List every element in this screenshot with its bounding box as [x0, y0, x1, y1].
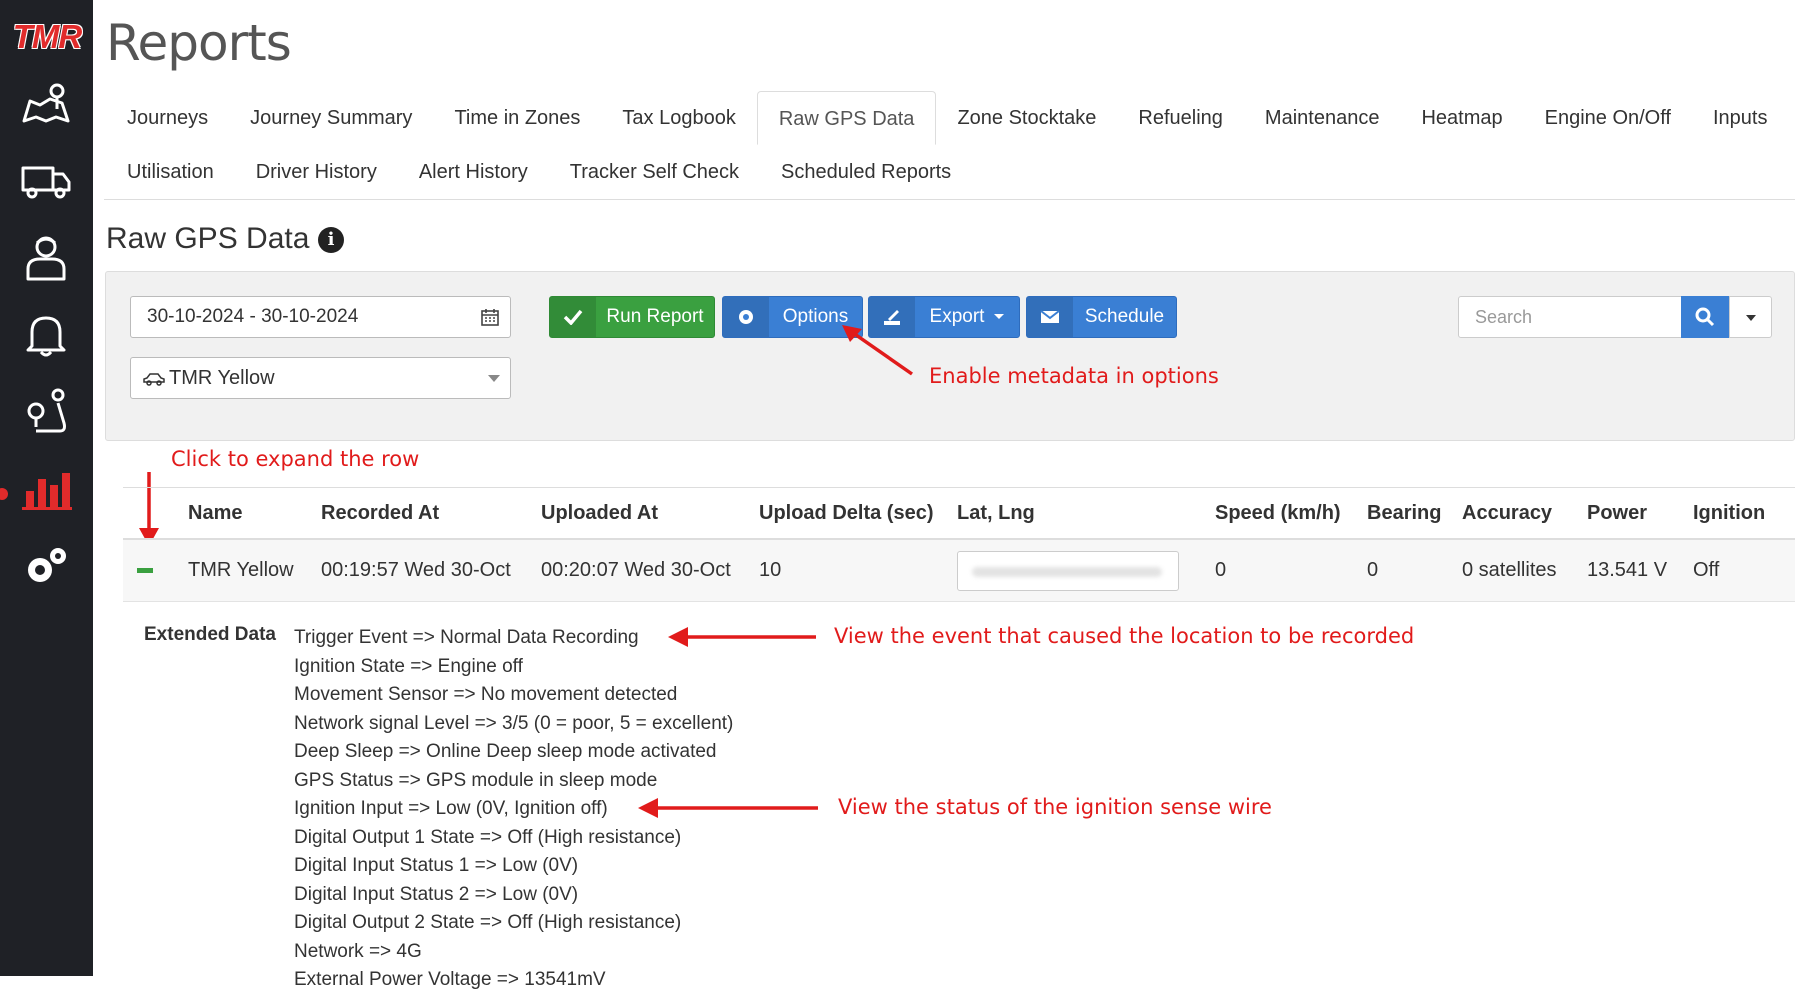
tab-utilisation[interactable]: Utilisation [106, 145, 235, 199]
cell-recorded-at: 00:19:57 Wed 30-Oct [321, 559, 511, 581]
column-header[interactable]: Bearing [1367, 488, 1441, 538]
tab-maintenance[interactable]: Maintenance [1244, 91, 1401, 145]
caret-down-icon [994, 314, 1005, 320]
collapse-row-icon[interactable] [137, 568, 153, 573]
tab-raw-gps-data[interactable]: Raw GPS Data [756, 91, 937, 145]
extended-item: Digital Input Status 1 => Low (0V) [294, 855, 579, 876]
truck-icon[interactable] [16, 152, 76, 208]
cell-upload-delta: 10 [759, 559, 782, 581]
schedule-label: Schedule [1084, 306, 1165, 327]
car-icon [143, 372, 165, 386]
map-route-icon[interactable] [16, 75, 76, 131]
tab-journeys[interactable]: Journeys [106, 91, 229, 145]
cell-speed: 0 [1215, 559, 1227, 581]
calendar-icon [481, 309, 499, 326]
gear-icon [723, 297, 769, 337]
tmr-logo[interactable]: TMR [6, 18, 88, 55]
tabs-row-1: Journeys Journey Summary Time in Zones T… [106, 91, 1788, 145]
tab-engine-on-off[interactable]: Engine On/Off [1524, 91, 1692, 145]
options-annotation-arrow [842, 325, 914, 376]
column-header[interactable]: Ignition [1693, 488, 1765, 538]
blurred-coordinates [972, 567, 1162, 577]
search-icon [1695, 307, 1715, 327]
tab-tracker-self-check[interactable]: Tracker Self Check [549, 145, 760, 199]
event-annotation-arrow [668, 627, 816, 647]
extended-item: Deep Sleep => Online Deep sleep mode act… [294, 741, 717, 762]
tab-tax-logbook[interactable]: Tax Logbook [601, 91, 756, 145]
table-row[interactable]: TMR Yellow 00:19:57 Wed 30-Oct 00:20:07 … [123, 540, 1795, 602]
search-button[interactable] [1681, 296, 1729, 338]
extended-data-label: Extended Data [144, 624, 276, 645]
active-indicator [0, 488, 8, 500]
vehicle-select[interactable]: TMR Yellow [130, 357, 511, 399]
chevron-down-icon [488, 375, 500, 382]
cell-accuracy: 0 satellites [1462, 559, 1557, 581]
tab-journey-summary[interactable]: Journey Summary [229, 91, 433, 145]
column-header[interactable]: Accuracy [1462, 488, 1552, 538]
tab-alert-history[interactable]: Alert History [398, 145, 549, 199]
tab-scheduled-reports[interactable]: Scheduled Reports [760, 145, 972, 199]
tabs-row-2: Utilisation Driver History Alert History… [106, 145, 972, 199]
cell-uploaded-at: 00:20:07 Wed 30-Oct [541, 559, 731, 581]
envelope-icon [1027, 297, 1073, 337]
alert-bell-icon[interactable] [16, 306, 76, 362]
ignition-annotation-arrow [638, 798, 818, 818]
extended-item: Digital Output 2 State => Off (High resi… [294, 912, 682, 933]
tab-heatmap[interactable]: Heatmap [1400, 91, 1523, 145]
export-text: Export [929, 306, 985, 327]
tabs-divider [104, 199, 1795, 200]
column-header[interactable]: Uploaded At [541, 488, 658, 538]
page-title: Reports [106, 14, 292, 72]
date-range-value: 30-10-2024 - 30-10-2024 [147, 306, 359, 327]
logo-text: TMR [12, 18, 82, 55]
tab-refueling[interactable]: Refueling [1117, 91, 1244, 145]
search-placeholder: Search [1475, 307, 1533, 327]
tab-time-in-zones[interactable]: Time in Zones [433, 91, 601, 145]
sidebar: TMR [0, 0, 93, 976]
extended-item: External Power Voltage => 13541mV [294, 969, 606, 990]
cell-bearing: 0 [1367, 559, 1379, 581]
search-input[interactable]: Search [1458, 296, 1682, 338]
tab-driver-history[interactable]: Driver History [235, 145, 398, 199]
extended-item: Digital Input Status 2 => Low (0V) [294, 883, 579, 905]
caret-down-icon [1746, 315, 1756, 321]
run-report-label: Run Report [606, 306, 704, 327]
info-icon[interactable]: i [318, 227, 344, 253]
cell-ignition: Off [1693, 559, 1720, 581]
section-title: Raw GPS Data [106, 222, 310, 255]
extended-item: GPS Status => GPS module in sleep mode [294, 769, 658, 791]
column-header[interactable]: Upload Delta (sec) [759, 488, 933, 538]
settings-gears-icon[interactable] [16, 538, 76, 594]
extended-item: Network signal Level => 3/5 (0 = poor, 5… [294, 712, 734, 734]
extended-item: Movement Sensor => No movement detected [294, 684, 678, 705]
expand-annotation: Click to expand the row [171, 447, 420, 471]
extended-item: Digital Output 1 State => Off (High resi… [294, 826, 682, 848]
tab-zone-stocktake[interactable]: Zone Stocktake [936, 91, 1117, 145]
schedule-button[interactable]: Schedule [1026, 296, 1177, 338]
cell-power: 13.541 V [1587, 559, 1668, 581]
check-icon [550, 297, 596, 337]
lat-lng-field-redacted[interactable] [957, 551, 1179, 591]
tab-inputs[interactable]: Inputs [1692, 91, 1788, 145]
event-annotation: View the event that caused the location … [834, 624, 1415, 648]
column-header[interactable]: Recorded At [321, 488, 439, 538]
reports-chart-icon[interactable] [16, 461, 76, 517]
location-route-icon[interactable] [16, 383, 76, 439]
ignition-annotation: View the status of the ignition sense wi… [838, 795, 1272, 819]
extended-item: Ignition State => Engine off [294, 655, 523, 677]
run-report-button[interactable]: Run Report [549, 296, 715, 338]
column-header[interactable]: Lat, Lng [957, 488, 1035, 538]
column-header[interactable]: Power [1587, 488, 1647, 538]
cell-name: TMR Yellow [188, 559, 294, 581]
search-options-dropdown[interactable] [1729, 296, 1772, 338]
options-annotation: Enable metadata in options [929, 364, 1219, 388]
date-range-input[interactable]: 30-10-2024 - 30-10-2024 [130, 296, 511, 338]
export-label: Export [915, 306, 1019, 328]
table-header: Name Recorded At Uploaded At Upload Delt… [123, 488, 1795, 538]
column-header[interactable]: Name [188, 488, 242, 538]
column-header[interactable]: Speed (km/h) [1215, 488, 1341, 538]
driver-icon[interactable] [16, 229, 76, 285]
vehicle-select-value: TMR Yellow [169, 367, 275, 389]
extended-item: Network => 4G [294, 940, 422, 962]
